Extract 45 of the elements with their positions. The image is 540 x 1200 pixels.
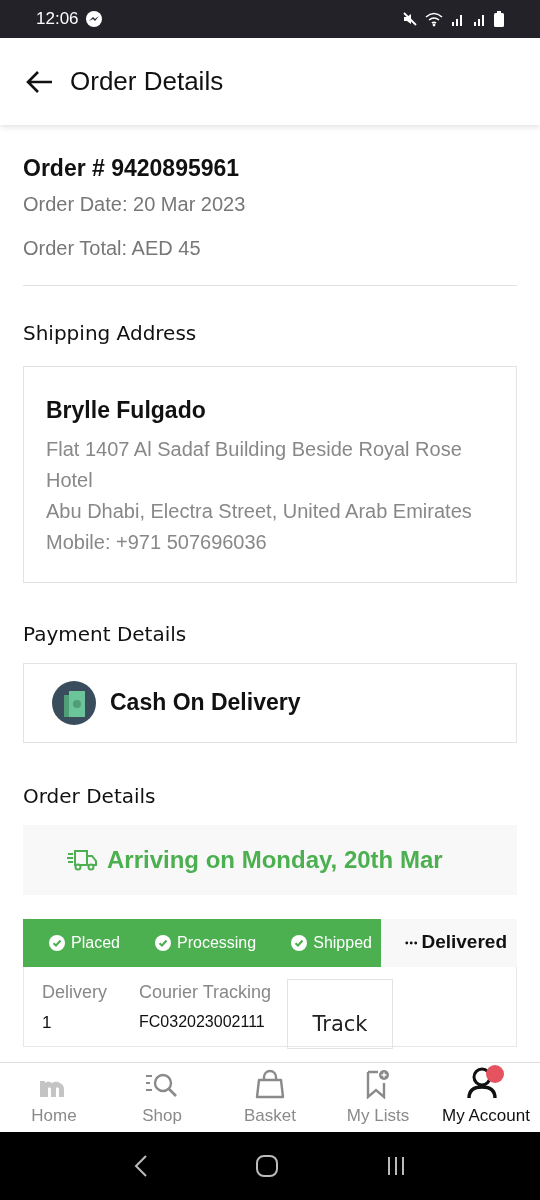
- battery-icon: [494, 11, 504, 27]
- recipient-name: Brylle Fulgado: [46, 396, 207, 425]
- address-line: Flat 1407 Al Sadaf Building Beside Royal Rose Hotel: [46, 436, 463, 493]
- nav-tab[interactable]: Home: [0, 1063, 108, 1132]
- check-circle-icon: [155, 934, 171, 951]
- ellipsis-icon: [405, 940, 418, 945]
- progress-step: Shipped: [265, 918, 381, 967]
- wifi-icon: [424, 11, 444, 27]
- nav-tab[interactable]: My Account: [432, 1063, 540, 1132]
- messenger-icon: [84, 10, 103, 28]
- truck-icon: [67, 848, 97, 871]
- check-circle-icon: [291, 934, 308, 951]
- section-heading: Order Details: [23, 782, 157, 810]
- nav-tab[interactable]: Shop: [108, 1063, 216, 1132]
- arrival-text: Arriving on Monday, 20th Mar: [107, 844, 443, 875]
- progress-step: Placed: [23, 918, 129, 967]
- back-nav-icon[interactable]: [133, 1154, 148, 1178]
- order-total: Order Total: AED 45: [23, 236, 202, 261]
- page-title: Order Details: [70, 65, 224, 98]
- track-button[interactable]: Track: [287, 978, 394, 1049]
- status-time: 12:06: [36, 8, 79, 31]
- recents-nav-icon[interactable]: [386, 1156, 407, 1176]
- mute-icon: [402, 11, 418, 27]
- order-date: Order Date: 20 Mar 2023: [23, 192, 247, 217]
- address-line: Abu Dhabi, Electra Street, United Arab Emirates: [46, 498, 473, 524]
- back-arrow-icon[interactable]: [26, 69, 54, 94]
- cash-icon: [52, 680, 96, 725]
- bag-icon: [254, 1068, 286, 1099]
- tracking-label: Courier Tracking: [139, 980, 272, 1004]
- bookmark-icon: [364, 1068, 392, 1099]
- delivery-value: 1: [42, 1011, 53, 1034]
- nav-tab[interactable]: Basket: [216, 1063, 324, 1132]
- payment-method: Cash On Delivery: [110, 688, 301, 718]
- user-icon: [466, 1064, 506, 1099]
- section-heading: Payment Details: [23, 620, 188, 648]
- order-number: Order # 9420895961: [23, 154, 241, 183]
- home-nav-icon[interactable]: [255, 1154, 279, 1178]
- section-heading: Shipping Address: [23, 320, 198, 347]
- address-line: Mobile: +971 507696036: [46, 529, 268, 555]
- progress-step: Processing: [129, 918, 266, 967]
- tracking-value: FC032023002111: [139, 1011, 266, 1032]
- check-circle-icon: [49, 934, 65, 951]
- progress-step: Delivered: [381, 918, 517, 967]
- delivery-label: Delivery: [42, 980, 107, 1004]
- nav-tab[interactable]: My Lists: [324, 1063, 432, 1132]
